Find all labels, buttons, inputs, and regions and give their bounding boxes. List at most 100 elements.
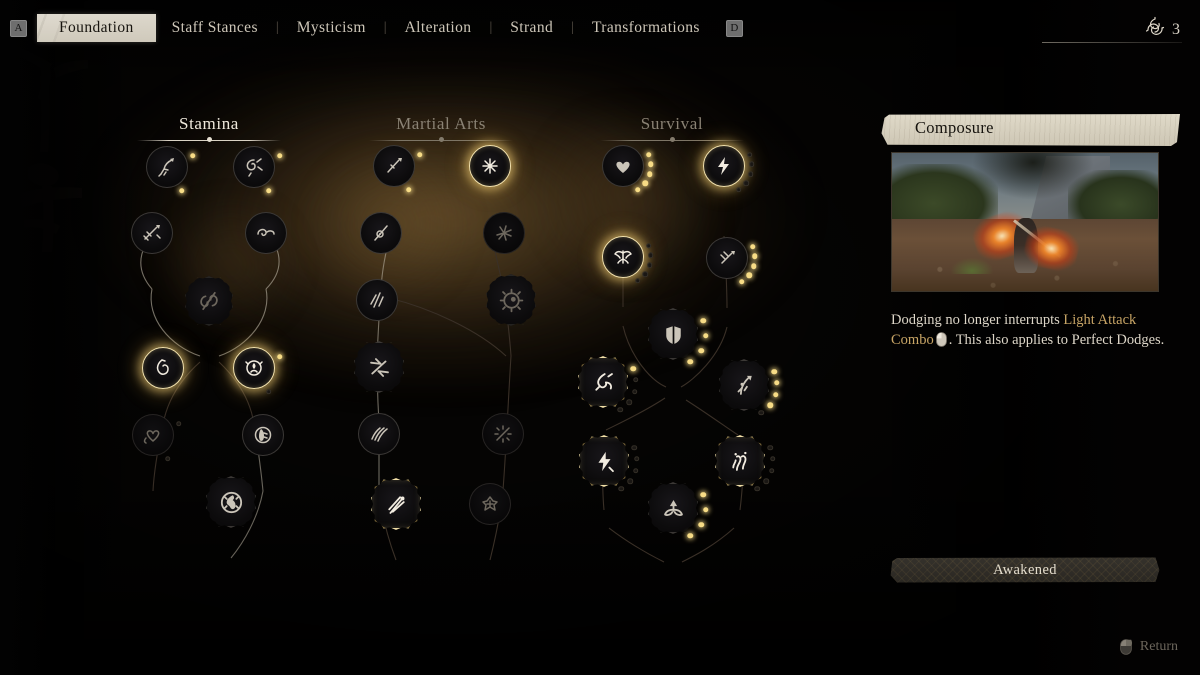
skill-status-label: Awakened	[993, 561, 1057, 578]
tab-foundation[interactable]: Foundation	[37, 14, 156, 42]
rank-dot	[758, 410, 765, 416]
heart-flourish-icon	[133, 415, 173, 455]
rank-dot	[626, 399, 632, 405]
node-survival-pierce[interactable]	[706, 237, 758, 285]
tab-transformations[interactable]: Transformations	[576, 14, 716, 42]
node-stamina-thrust[interactable]	[131, 212, 173, 254]
warrior-pose-icon	[206, 476, 256, 528]
node-survival-guard[interactable]	[647, 308, 709, 365]
rank-dot	[703, 507, 709, 513]
node-ring	[703, 145, 745, 187]
rank-dot	[698, 348, 705, 354]
tab-separator: |	[275, 20, 279, 35]
tab-strand[interactable]: Strand	[494, 14, 569, 42]
tab-list: Foundation Staff Stances | Mysticism | A…	[37, 14, 716, 42]
node-martial-pinwheel[interactable]	[469, 145, 511, 187]
beast-stance-icon	[243, 415, 283, 455]
column-header-martial-arts[interactable]: Martial Arts	[341, 114, 541, 146]
node-stamina-wave[interactable]	[245, 212, 287, 254]
node-ring	[482, 413, 524, 455]
node-survival-flame[interactable]	[577, 356, 639, 413]
rank-dot	[276, 152, 283, 159]
rank-dot	[647, 171, 653, 177]
node-ring	[578, 356, 628, 408]
node-martial-skewer[interactable]	[370, 478, 422, 530]
rank-dot	[749, 161, 755, 168]
prev-tab-key[interactable]: A	[10, 19, 27, 37]
node-survival-health[interactable]	[602, 145, 654, 193]
node-martial-cleave[interactable]	[358, 413, 400, 455]
node-ring	[206, 476, 256, 528]
rank-dot	[266, 388, 272, 395]
node-stamina-core[interactable]	[184, 276, 234, 326]
rank-dot	[647, 262, 653, 268]
gourd-icon	[143, 348, 183, 388]
return-prompt[interactable]: Return	[1120, 639, 1178, 655]
pinwheel-icon	[470, 146, 510, 186]
node-survival-crest[interactable]	[647, 482, 709, 539]
node-martial-combo[interactable]	[353, 341, 405, 393]
next-tab-key[interactable]: D	[725, 19, 743, 37]
rank-dot	[698, 522, 705, 528]
column-header-survival[interactable]: Survival	[572, 114, 772, 146]
node-martial-pierce[interactable]	[373, 145, 423, 193]
rank-dot	[618, 486, 625, 492]
triple-strike-icon	[354, 341, 404, 393]
swirl-strike-icon	[234, 147, 274, 187]
node-ring	[185, 276, 233, 326]
node-stamina-heart[interactable]	[132, 414, 182, 462]
node-stamina-dash[interactable]	[146, 146, 196, 194]
node-martial-burst[interactable]	[482, 413, 524, 455]
lightning-icon	[704, 146, 744, 186]
node-survival-bolt[interactable]	[703, 145, 755, 193]
rank-dot	[770, 456, 776, 462]
node-survival-ward[interactable]	[602, 236, 654, 284]
tab-staff-stances[interactable]: Staff Stances	[156, 14, 274, 42]
node-ring	[579, 435, 629, 487]
column-header-stamina[interactable]: Stamina	[109, 114, 309, 146]
mouse-left-click-icon	[935, 332, 947, 353]
node-ring	[648, 308, 698, 360]
rank-dot	[749, 243, 756, 250]
node-martial-sun[interactable]	[485, 274, 537, 326]
node-ring	[706, 237, 748, 279]
wave-curl-icon	[246, 213, 286, 253]
skill-tree: Stamina Martial Arts Survival	[0, 56, 870, 675]
rank-dot	[746, 151, 753, 158]
node-stamina-warrior[interactable]	[205, 476, 257, 528]
node-survival-surge[interactable]	[578, 435, 640, 492]
tab-separator: |	[383, 20, 387, 35]
rank-dot	[752, 253, 758, 260]
node-survival-spirit[interactable]	[714, 435, 776, 492]
rank-dot	[703, 333, 709, 339]
node-stamina-vigor[interactable]	[142, 347, 184, 389]
sigil-icon	[470, 484, 510, 524]
node-ring	[371, 478, 421, 530]
node-martial-spin[interactable]	[360, 212, 402, 254]
spirit-smoke-icon	[715, 435, 765, 487]
node-ring	[358, 413, 400, 455]
node-ring	[719, 359, 769, 411]
tab-mysticism[interactable]: Mysticism	[281, 14, 382, 42]
skill-status-badge[interactable]: Awakened	[890, 557, 1160, 583]
node-martial-fan[interactable]	[483, 212, 525, 254]
surge-bolt-icon	[579, 435, 629, 487]
column-title: Stamina	[179, 114, 239, 133]
pierce-arrow-icon	[374, 146, 414, 186]
rank-dot	[687, 359, 694, 365]
node-stamina-beast[interactable]	[242, 414, 284, 456]
rank-dot	[416, 151, 423, 158]
node-martial-slash[interactable]	[356, 279, 398, 321]
tab-alteration[interactable]: Alteration	[389, 14, 488, 42]
node-ring	[360, 212, 402, 254]
node-ring	[233, 146, 275, 188]
rank-dot	[266, 187, 272, 194]
node-survival-strike[interactable]	[718, 359, 780, 416]
node-martial-sigil[interactable]	[469, 483, 511, 525]
node-stamina-resolve[interactable]	[233, 347, 283, 395]
node-ring	[469, 145, 511, 187]
dash-lunge-icon	[147, 147, 187, 187]
rank-dot	[700, 491, 706, 498]
rank-dot	[635, 186, 641, 193]
node-stamina-swirl[interactable]	[233, 146, 283, 194]
